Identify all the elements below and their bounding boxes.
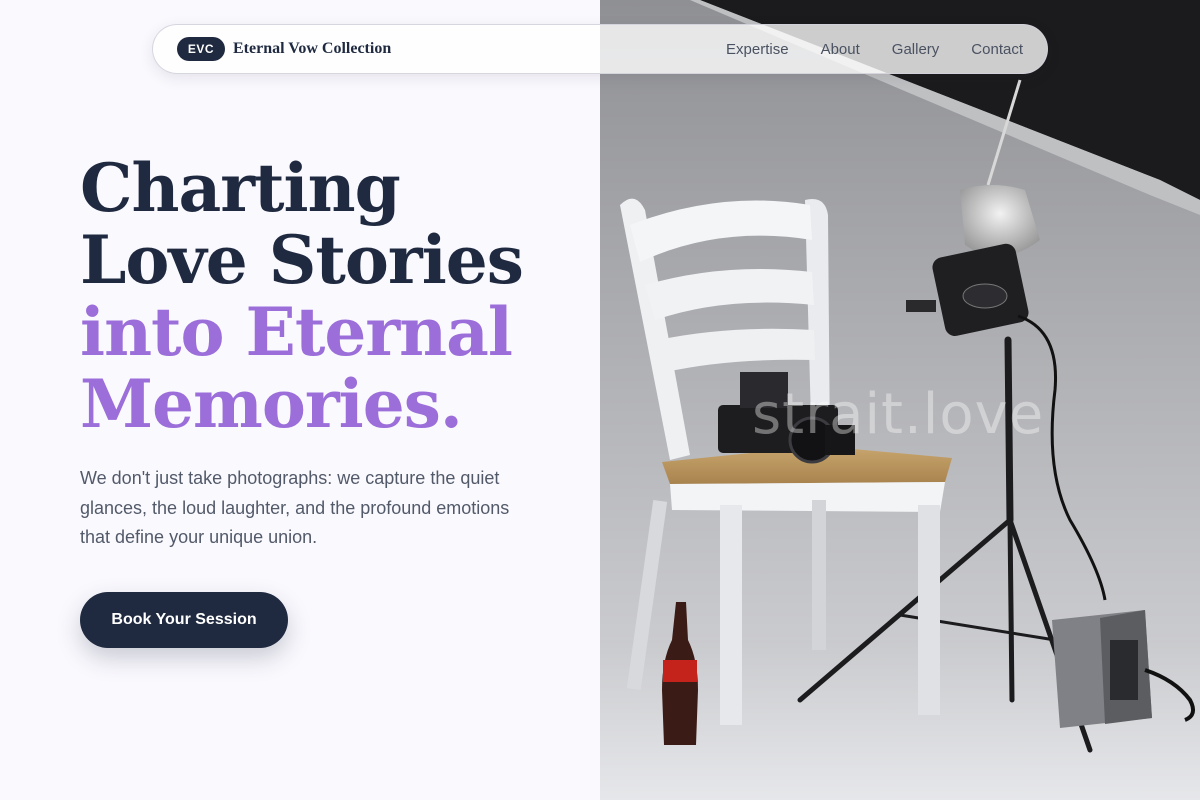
brand-badge: EVC: [177, 37, 225, 61]
hero-title: Charting Love Stories into Eternal Memor…: [80, 152, 580, 440]
hero-photo: strait.love: [600, 0, 1200, 800]
brand[interactable]: EVC Eternal Vow Collection: [177, 37, 391, 61]
top-navigation: EVC Eternal Vow Collection Expertise Abo…: [152, 24, 1048, 74]
hero-title-line-1: Charting: [80, 149, 401, 227]
book-session-button[interactable]: Book Your Session: [80, 592, 288, 648]
nav-links: Expertise About Gallery Contact: [726, 41, 1023, 58]
brand-name: Eternal Vow Collection: [233, 40, 392, 57]
hero-title-line-2: Love Stories: [80, 221, 524, 299]
watermark-text: strait.love: [752, 382, 1045, 447]
hero-subtitle: We don't just take photographs: we captu…: [80, 468, 510, 547]
hero-title-line-3: into Eternal: [80, 293, 513, 371]
nav-link-gallery[interactable]: Gallery: [892, 41, 940, 58]
hero-title-line-4: Memories.: [80, 365, 463, 443]
nav-link-expertise[interactable]: Expertise: [726, 41, 789, 58]
nav-link-contact[interactable]: Contact: [971, 41, 1023, 58]
nav-link-about[interactable]: About: [821, 41, 860, 58]
